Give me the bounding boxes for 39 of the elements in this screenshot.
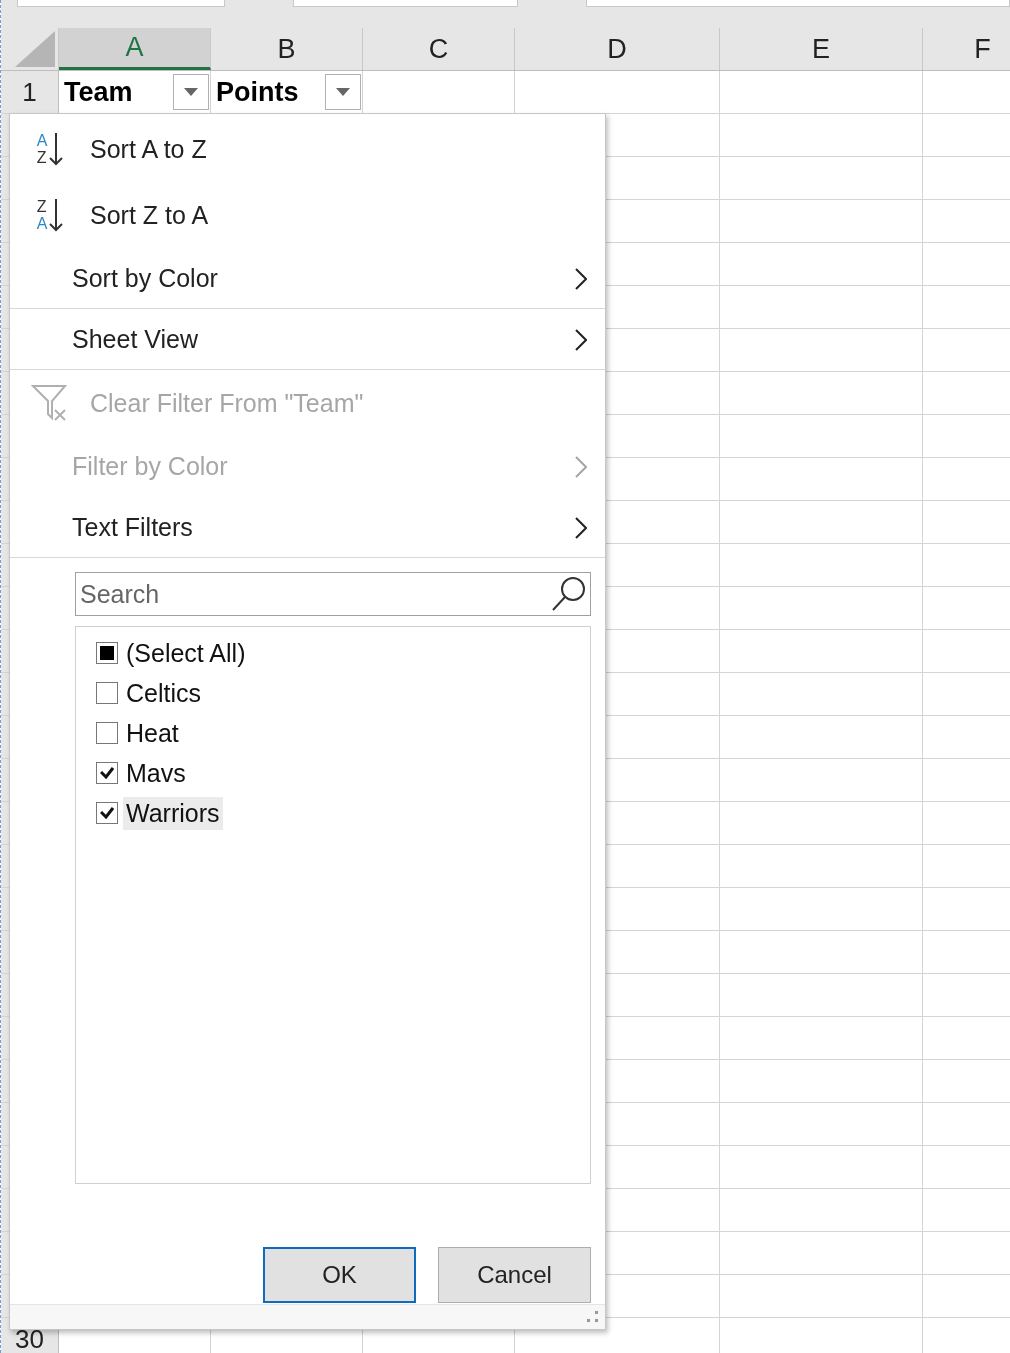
resize-grip-icon[interactable] [587,1311,599,1323]
chevron-right-icon [575,455,587,478]
toolbar-field[interactable] [293,0,519,7]
toolbar-field[interactable] [586,0,1010,7]
search-icon[interactable] [551,576,587,612]
value-label[interactable]: Warriors [123,796,223,830]
value-label[interactable]: Mavs [123,756,189,790]
check-icon [100,807,114,819]
chevron-right-icon [575,516,587,539]
value-label[interactable]: (Select All) [123,636,249,670]
ok-button[interactable]: OK [263,1247,416,1303]
square-icon [100,646,114,660]
filter-dropdown-button[interactable] [325,74,361,110]
checkbox[interactable] [96,722,118,744]
chevron-right-icon [575,267,587,290]
checkbox[interactable] [96,762,118,784]
row-header[interactable]: 1 [1,71,59,114]
menu-item[interactable]: Sort by Color [10,248,605,309]
cancel-button[interactable]: Cancel [438,1247,591,1303]
checkbox[interactable] [96,682,118,704]
menu-item[interactable]: Z A Sort Z to A [10,182,605,248]
toolbar-field[interactable] [17,0,226,7]
checkbox[interactable] [96,642,118,664]
checkbox[interactable] [96,802,118,824]
check-icon [100,767,114,779]
chevron-right-icon [575,328,587,351]
cell-text: Team [64,76,133,108]
menu-item[interactable]: Text Filters [10,497,605,558]
filter-dropdown-button[interactable] [173,74,209,110]
value-label[interactable]: Heat [123,716,182,750]
cell-text: Points [216,76,299,108]
column-header[interactable]: A [59,28,211,70]
search-field[interactable]: Search [75,572,591,616]
caret-icon [336,88,350,96]
menu-item[interactable]: A Z Sort A to Z [10,116,605,182]
caret-icon [184,88,198,96]
clear-filter-icon [31,384,69,422]
menu-item[interactable]: Sheet View [10,309,605,370]
value-label[interactable]: Celtics [123,676,204,710]
